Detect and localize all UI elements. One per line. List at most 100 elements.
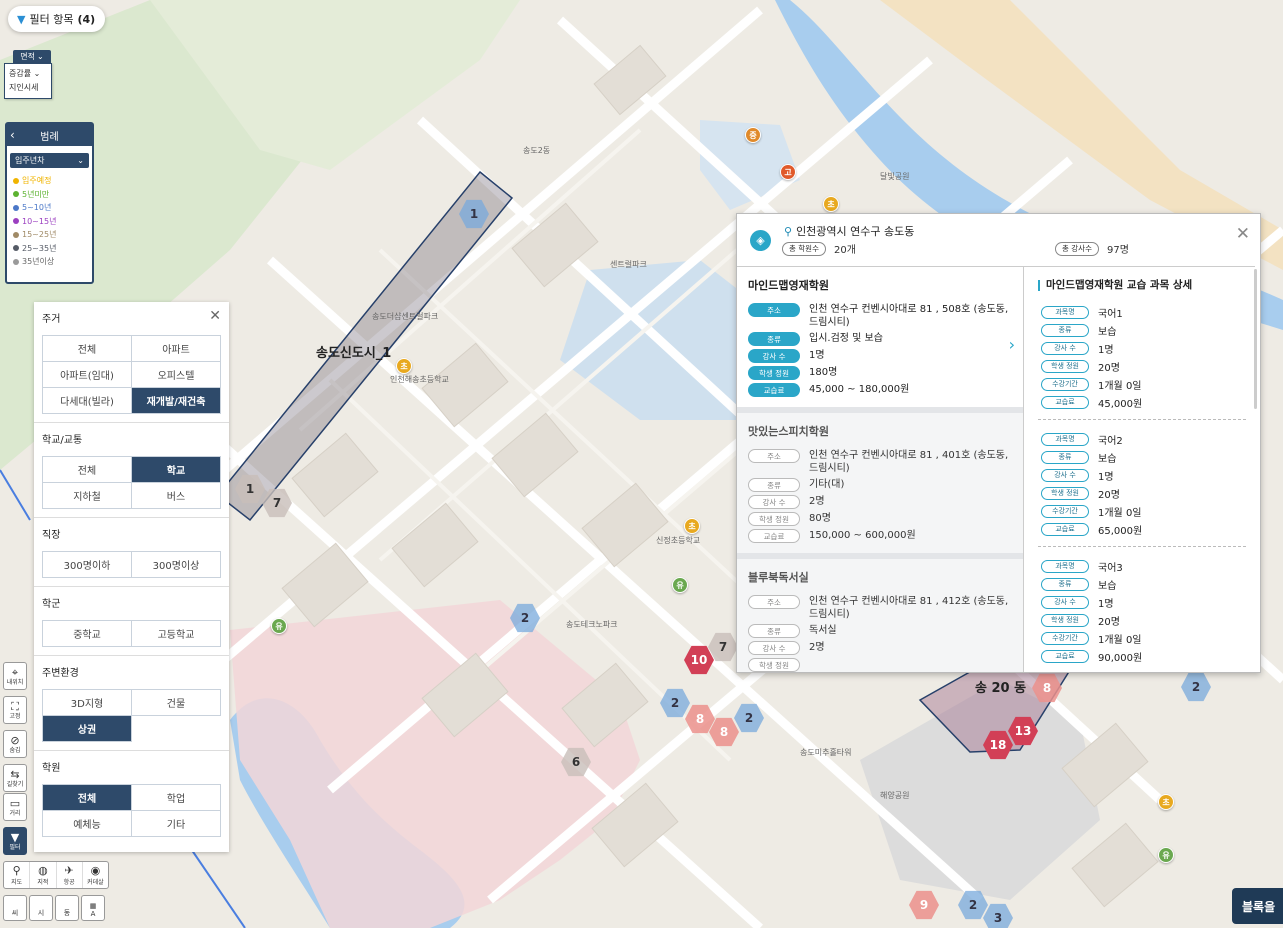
filter-option-button[interactable]: 예체능 <box>43 811 132 837</box>
course-info-row: 종류 보습 <box>1038 448 1246 466</box>
course-detail-title: 마인드맵영재학원 교습 과목 상세 <box>1038 280 1255 291</box>
academy-card[interactable]: 블루북독서실 주소 인천 연수구 컨벤시아대로 81 , 412호 (송도동, 드림… <box>737 559 1023 672</box>
map-type-roadview[interactable]: ◉ 커데살 <box>83 862 108 888</box>
filter-option-button[interactable]: 건물 <box>132 690 221 716</box>
total-teachers-label: 총 강사수 <box>1055 241 1099 256</box>
academy-name: 블루북독서실 <box>748 571 809 584</box>
hide-button[interactable]: ⊘ 숨김 <box>3 730 27 758</box>
filter-section: 직장 300명이하 300명이상 <box>34 518 229 587</box>
legend-color-dot <box>13 191 19 198</box>
filter-option-button[interactable]: 지하철 <box>43 483 132 509</box>
collapse-legend-icon[interactable]: ‹ <box>10 128 15 142</box>
academy-info-row: 학생 정원 80명 <box>748 512 1013 526</box>
filter-items-button[interactable]: ▼ 필터 항목 (4) <box>8 6 106 32</box>
my-location-button[interactable]: ⌖ 내위치 <box>3 662 27 690</box>
close-icon[interactable]: ✕ <box>209 308 221 324</box>
price-type-line2: 지인시세 <box>9 83 39 92</box>
filter-option-button[interactable]: 전체 <box>43 457 132 483</box>
crosshair-icon: ⌖ <box>11 665 19 679</box>
location-pin-icon: ⚲ <box>784 224 793 238</box>
course-info-value: 1개월 0일 <box>1098 380 1142 392</box>
filter-option-button[interactable]: 3D지형 <box>43 690 132 716</box>
scrollbar[interactable] <box>1254 269 1257 409</box>
filter-toggle-button[interactable]: ▼ 필터 <box>3 827 27 855</box>
filter-option-button[interactable]: 전체 <box>43 336 132 362</box>
filter-option-button[interactable]: 아파트(임대) <box>43 362 132 388</box>
course-detail-panel: 마인드맵영재학원 교습 과목 상세 과목명 국어1 종류 보습 강사 수 1명 학생 정원 2… <box>1023 266 1255 672</box>
fix-map-button[interactable]: ⛶ 고정 <box>3 696 27 724</box>
course-info-row: 학생 정원 20명 <box>1038 357 1246 375</box>
school-marker-icon[interactable]: 초 <box>396 358 412 374</box>
level-button[interactable]: 씨 <box>3 895 27 921</box>
filter-option-button[interactable]: 중학교 <box>43 621 132 647</box>
filter-option-button[interactable]: 300명이하 <box>43 552 132 578</box>
map-type-aerial[interactable]: ✈ 항공 <box>57 862 83 888</box>
legend-item-label: 10~15년 <box>22 216 57 226</box>
academy-name: 마인드맵영재학원 <box>748 279 829 292</box>
kindergarten-marker-icon[interactable]: 유 <box>271 618 287 634</box>
filter-option-button[interactable]: 상권 <box>43 716 132 742</box>
distance-button[interactable]: ▭ 거리 <box>3 793 27 821</box>
academy-card[interactable]: 마인드맵영재학원 주소 인천 연수구 컨벤시아대로 81 , 508호 (송도동, … <box>737 267 1023 413</box>
legend-color-dot <box>13 258 19 265</box>
filter-option-button[interactable]: 고등학교 <box>132 621 221 647</box>
academy-info-row: 주소 인천 연수구 컨벤시아대로 81 , 401호 (송도동, 드림시티) <box>748 449 1013 475</box>
school-marker-icon[interactable]: 초 <box>684 518 700 534</box>
filter-option-button[interactable]: 학교 <box>132 457 221 483</box>
roadview-icon: ◉ <box>90 863 101 877</box>
filter-button-grid: 전체 학교 지하철 버스 <box>42 456 221 509</box>
kindergarten-marker-icon[interactable]: 유 <box>1158 847 1174 863</box>
chevron-down-icon: ⌄ <box>33 69 41 78</box>
kindergarten-marker-icon[interactable]: 유 <box>672 577 688 593</box>
place-label: 송도2동 <box>523 146 551 155</box>
course-info-row: 학생 정원 20명 <box>1038 611 1246 629</box>
academy-info-value: 180명 <box>809 367 838 378</box>
filter-option-button[interactable]: 300명이상 <box>132 552 221 578</box>
route-icon: ⇆ <box>10 767 20 781</box>
chevron-down-icon: ⌄ <box>37 52 44 61</box>
academy-info-value: 45,000 ~ 180,000원 <box>809 384 910 395</box>
course-info-row: 학생 정원 20명 <box>1038 484 1246 502</box>
academy-card[interactable]: 맛있는스피치학원 주소 인천 연수구 컨벤시아대로 81 , 401호 (송도동, … <box>737 413 1023 559</box>
academy-info-row: 종류 기타(대) <box>748 478 1013 492</box>
course-info-value: 1개월 0일 <box>1098 507 1142 519</box>
total-academies-label: 총 학원수 <box>782 241 826 256</box>
find-route-button[interactable]: ⇆ 길찾기 <box>3 764 27 792</box>
course-info-value: 보습 <box>1098 580 1117 592</box>
course-info-value: 20명 <box>1098 489 1120 501</box>
legend-color-dot <box>13 177 19 184</box>
filter-option-button[interactable]: 재개발/재건축 <box>132 388 221 414</box>
course-info-value: 1명 <box>1098 471 1114 483</box>
price-type-selector[interactable]: 증감률 ⌄ 지인시세 <box>4 63 52 99</box>
school-marker-icon[interactable]: 초 <box>1158 794 1174 810</box>
filter-option-button[interactable]: 다세대(빌라) <box>43 388 132 414</box>
block-button[interactable]: 블록을 <box>1232 888 1283 924</box>
course-info-row: 수강기간 1개월 0일 <box>1038 375 1246 393</box>
globe-icon: ◍ <box>38 863 48 877</box>
map-type-cadastral[interactable]: ◍ 지적 <box>30 862 57 888</box>
building-level-button[interactable]: ▦ A <box>81 895 105 921</box>
filter-option-button[interactable]: 전체 <box>43 785 132 811</box>
filter-option-button[interactable]: 버스 <box>132 483 221 509</box>
academy-info-tag: 강사 수 <box>748 349 800 363</box>
level-button[interactable]: 시 <box>29 895 53 921</box>
school-marker-icon[interactable]: 고 <box>780 164 796 180</box>
school-marker-icon[interactable]: 초 <box>823 196 839 212</box>
level-button[interactable]: 동 <box>55 895 79 921</box>
filter-option-button[interactable]: 아파트 <box>132 336 221 362</box>
filter-option-button[interactable]: 기타 <box>132 811 221 837</box>
course-item: 과목명 국어3 종류 보습 강사 수 1명 학생 정원 20명 수강기간 1개월 0일 교습료 90,… <box>1038 557 1246 672</box>
course-info-value: 1개월 0일 <box>1098 634 1142 646</box>
legend-type-select[interactable]: 입주년차 ⌄ <box>10 153 89 168</box>
ruler-icon: ▭ <box>9 796 21 810</box>
filter-option-button[interactable]: 오피스텔 <box>132 362 221 388</box>
school-marker-icon[interactable]: 중 <box>745 127 761 143</box>
area-dropdown[interactable]: 면적 ⌄ <box>13 50 51 63</box>
legend-item-label: 5~10년 <box>22 203 52 213</box>
frame-icon: ⛶ <box>11 699 19 713</box>
filter-section: 학군 중학교 고등학교 <box>34 587 229 656</box>
chevron-right-icon[interactable]: › <box>1009 335 1015 354</box>
map-type-map[interactable]: ⚲ 지도 <box>4 862 31 888</box>
close-icon[interactable]: ✕ <box>1236 224 1250 244</box>
filter-option-button[interactable]: 학업 <box>132 785 221 811</box>
